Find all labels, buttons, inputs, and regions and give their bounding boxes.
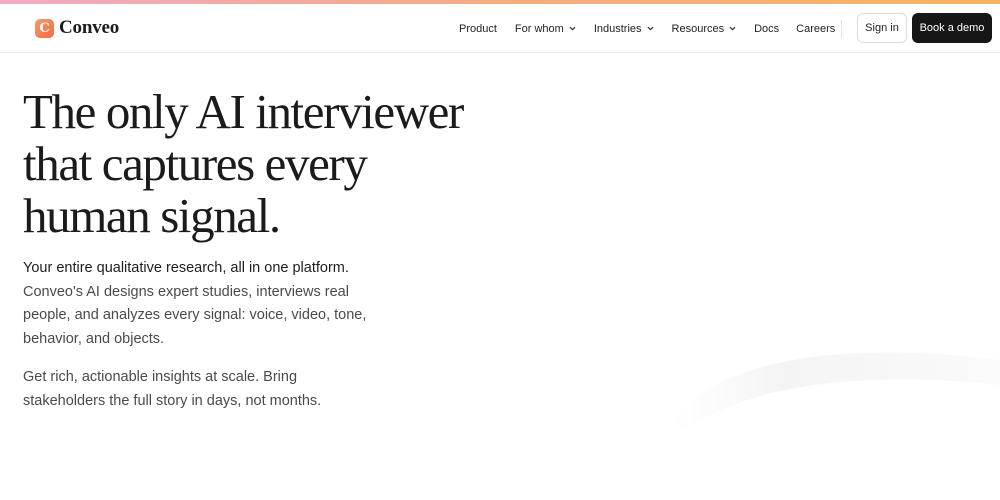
- nav-resources[interactable]: Resources: [672, 23, 738, 35]
- brand-logo[interactable]: C Conveo: [35, 17, 119, 39]
- hero-paragraph: Your entire qualitative research, all in…: [23, 257, 368, 351]
- hero-lead: Your entire qualitative research, all in…: [23, 260, 349, 276]
- book-demo-button[interactable]: Book a demo: [912, 13, 992, 43]
- sign-in-button[interactable]: Sign in: [857, 13, 907, 43]
- nav-careers[interactable]: Careers: [796, 23, 835, 35]
- nav-for-whom[interactable]: For whom: [515, 23, 577, 35]
- background-swoosh-decoration: [670, 352, 1000, 430]
- nav-links: Product For whom Industries Resources Do…: [459, 4, 835, 53]
- chevron-down-icon: [568, 24, 577, 33]
- nav-divider: [841, 20, 842, 38]
- hero-title-line: that captures every: [23, 136, 368, 191]
- chevron-down-icon: [646, 24, 655, 33]
- chevron-down-icon: [728, 24, 737, 33]
- top-navigation: C Conveo Product For whom Industries Res…: [0, 4, 1000, 53]
- nav-product[interactable]: Product: [459, 23, 497, 35]
- hero-title-line: human signal.: [23, 188, 281, 243]
- nav-docs[interactable]: Docs: [754, 23, 779, 35]
- hero-description: Your entire qualitative research, all in…: [23, 257, 368, 413]
- nav-industries[interactable]: Industries: [594, 23, 655, 35]
- hero-title: The only AI interviewer that captures ev…: [23, 86, 543, 242]
- brand-name: Conveo: [59, 17, 120, 38]
- conveo-logo-icon: C: [35, 18, 54, 38]
- hero-description-text: Conveo's AI designs expert studies, inte…: [23, 283, 367, 347]
- hero-title-line: The only AI interviewer: [23, 84, 464, 139]
- hero-secondary-text: Get rich, actionable insights at scale. …: [23, 369, 322, 409]
